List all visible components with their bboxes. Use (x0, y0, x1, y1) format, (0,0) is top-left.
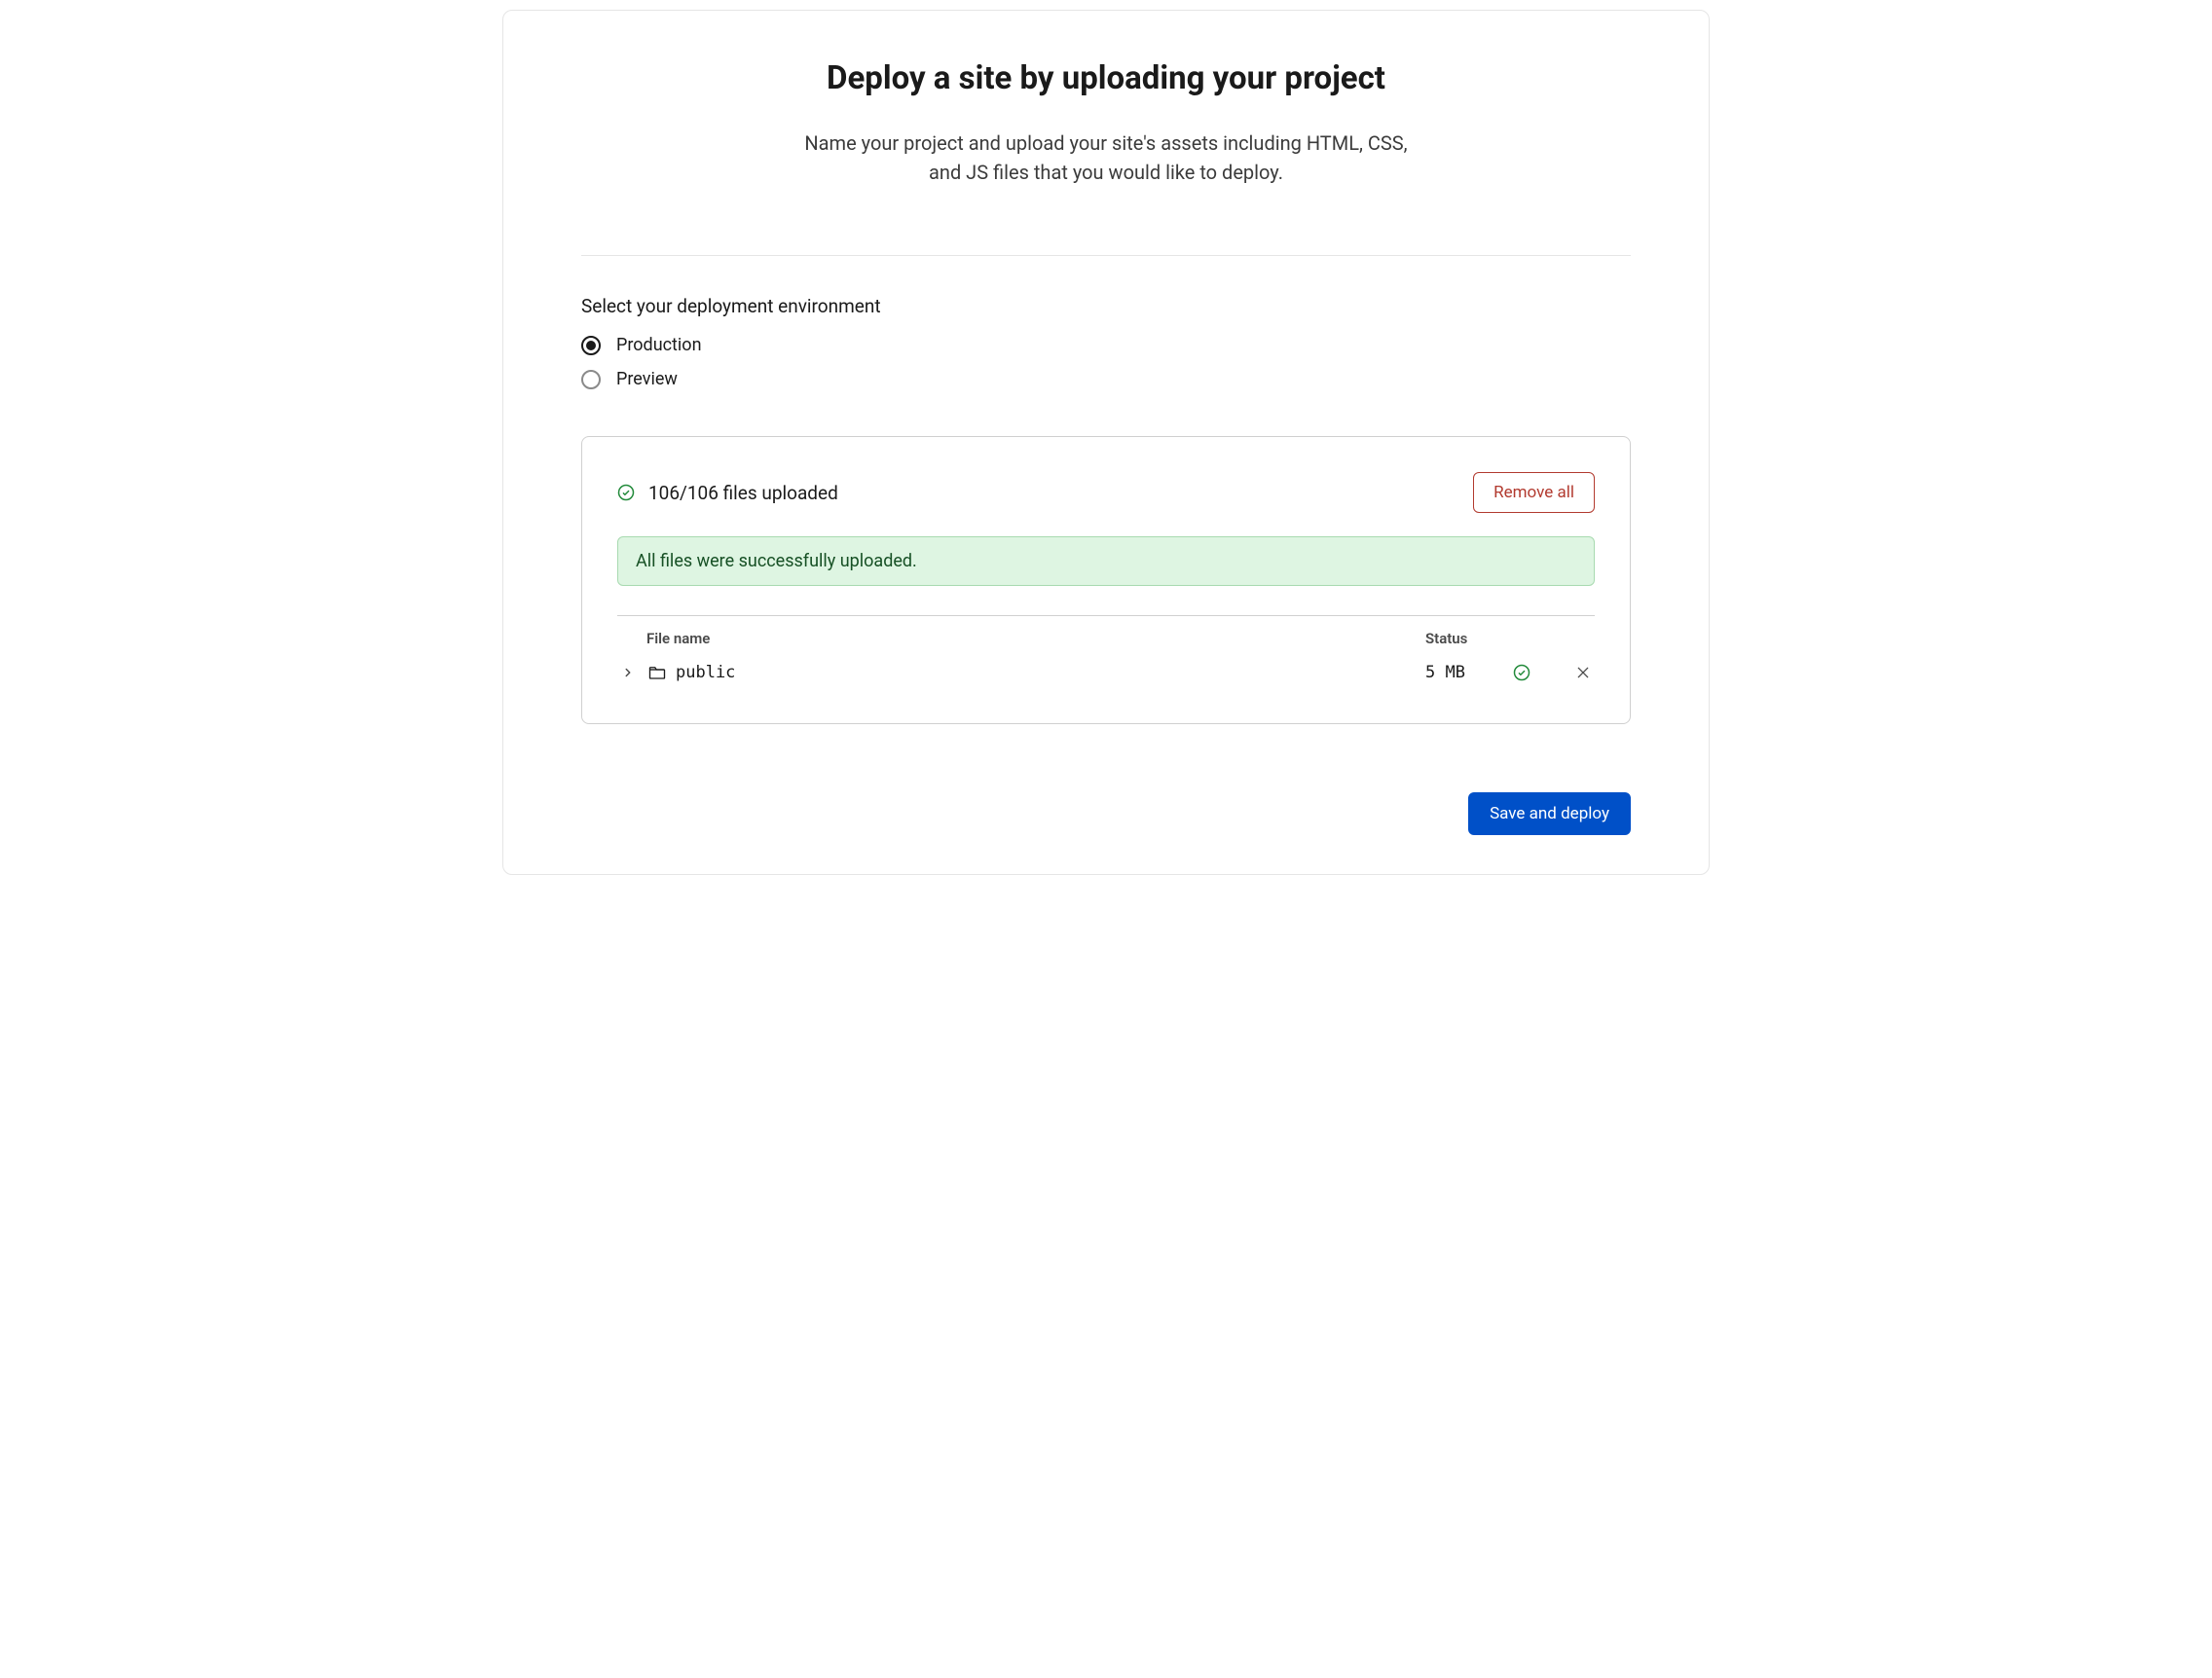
file-size: 5 MB (1425, 663, 1503, 682)
upload-header: 106/106 files uploaded Remove all (617, 472, 1595, 513)
environment-section: Select your deployment environment Produ… (581, 295, 1631, 389)
success-banner: All files were successfully uploaded. (617, 536, 1595, 586)
close-icon[interactable] (1575, 665, 1591, 680)
radio-option-production[interactable]: Production (581, 335, 1631, 355)
deploy-page-card: Deploy a site by uploading your project … (502, 10, 1710, 875)
page-title: Deploy a site by uploading your project (581, 59, 1631, 97)
upload-panel: 106/106 files uploaded Remove all All fi… (581, 436, 1631, 724)
radio-icon (581, 336, 601, 355)
footer-actions: Save and deploy (581, 792, 1631, 835)
check-circle-icon (617, 484, 635, 501)
file-table-header: File name Status (617, 630, 1595, 657)
environment-label: Select your deployment environment (581, 295, 1631, 317)
column-header-filename: File name (646, 630, 1425, 647)
check-circle-icon (1513, 664, 1530, 681)
table-divider (617, 615, 1595, 616)
radio-label: Production (616, 335, 702, 355)
radio-dot-icon (586, 341, 596, 350)
remove-all-button[interactable]: Remove all (1473, 472, 1595, 513)
section-divider (581, 255, 1631, 256)
file-name: public (676, 663, 1425, 682)
upload-status: 106/106 files uploaded (617, 482, 838, 504)
folder-icon (648, 665, 666, 680)
page-subtitle: Name your project and upload your site's… (790, 128, 1422, 187)
radio-label: Preview (616, 369, 678, 389)
chevron-right-icon[interactable] (621, 666, 635, 679)
radio-option-preview[interactable]: Preview (581, 369, 1631, 389)
environment-radio-group: Production Preview (581, 335, 1631, 389)
upload-status-text: 106/106 files uploaded (648, 482, 838, 504)
radio-icon (581, 370, 601, 389)
column-header-status: Status (1425, 630, 1591, 647)
save-deploy-button[interactable]: Save and deploy (1468, 792, 1631, 835)
table-row: public 5 MB (617, 657, 1595, 688)
header-section: Deploy a site by uploading your project … (581, 59, 1631, 187)
